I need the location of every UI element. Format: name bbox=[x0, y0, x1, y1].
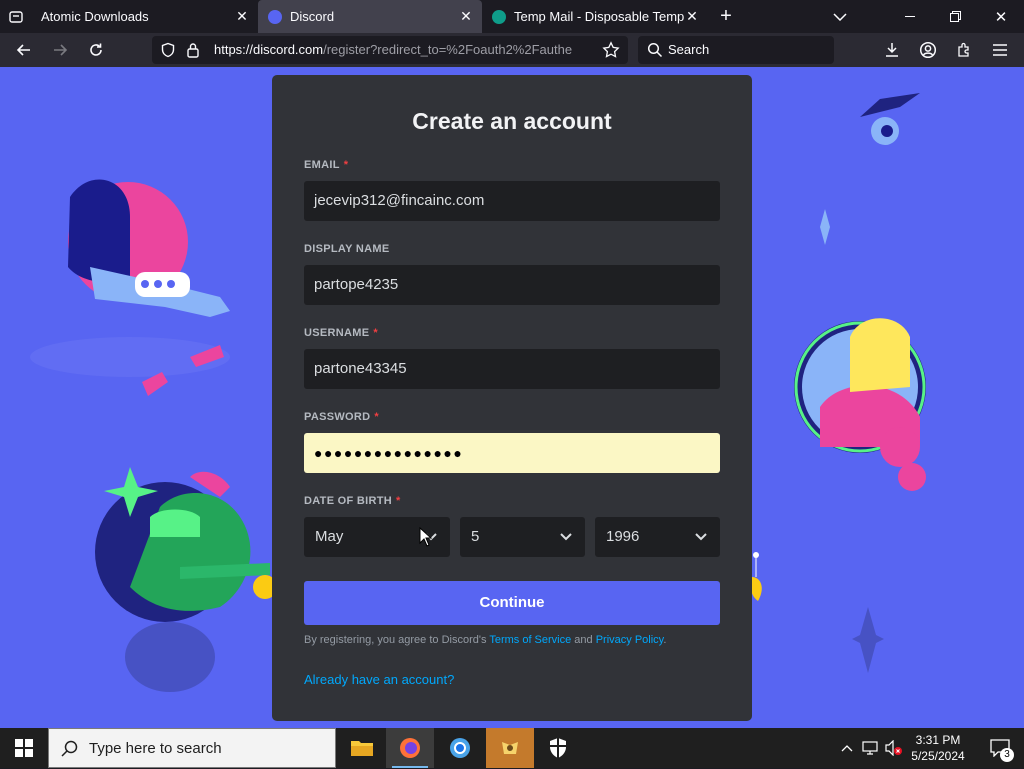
sparkle-icon bbox=[852, 607, 884, 673]
discord-favicon-icon bbox=[268, 9, 282, 24]
temp-mail-favicon-icon bbox=[492, 9, 506, 24]
system-clock[interactable]: 3:31 PM 5/25/2024 bbox=[904, 732, 972, 764]
email-label: EMAIL * bbox=[304, 159, 349, 171]
start-button[interactable] bbox=[0, 728, 48, 768]
chrome-taskbar-icon[interactable] bbox=[436, 728, 484, 768]
menu-icon[interactable] bbox=[986, 33, 1014, 67]
search-placeholder: Search bbox=[668, 42, 710, 57]
lock-icon[interactable] bbox=[186, 42, 200, 63]
terms-of-service-link[interactable]: Terms of Service bbox=[489, 634, 571, 646]
close-tab-icon[interactable]: ✕ bbox=[234, 8, 250, 25]
tab-discord[interactable]: Discord ✕ bbox=[258, 0, 482, 33]
email-field[interactable]: jecevip312@fincainc.com bbox=[304, 181, 720, 221]
login-link[interactable]: Already have an account? bbox=[304, 672, 454, 687]
chevron-down-icon bbox=[560, 533, 572, 541]
password-label: PASSWORD * bbox=[304, 411, 379, 423]
close-window-icon[interactable]: ✕ bbox=[978, 0, 1024, 33]
volume-muted-icon[interactable] bbox=[882, 728, 906, 768]
illustration-left-bottom bbox=[95, 467, 277, 692]
page-title: Create an account bbox=[412, 108, 612, 134]
url-text[interactable]: https://discord.com/register?redirect_to… bbox=[214, 36, 594, 64]
day-value: 5 bbox=[471, 528, 480, 545]
windows-logo-icon bbox=[15, 739, 33, 757]
close-tab-icon[interactable]: ✕ bbox=[684, 8, 700, 25]
illustration-right bbox=[794, 93, 926, 491]
url-host: https://discord.com bbox=[214, 42, 324, 57]
file-explorer-icon[interactable] bbox=[338, 728, 386, 768]
minimize-icon[interactable] bbox=[888, 0, 932, 33]
downloads-icon[interactable] bbox=[878, 33, 906, 67]
search-icon bbox=[647, 42, 663, 63]
restore-icon[interactable] bbox=[932, 0, 978, 33]
taskbar-search-box[interactable]: Type here to search bbox=[48, 728, 336, 768]
security-taskbar-icon[interactable] bbox=[534, 728, 582, 768]
display-name-field[interactable]: partope4235 bbox=[304, 265, 720, 305]
url-path: /register?redirect_to=%2Foauth2%2Fauthe bbox=[323, 42, 573, 57]
display-name-label: DISPLAY NAME bbox=[304, 243, 390, 255]
extensions-icon[interactable] bbox=[950, 33, 978, 67]
list-all-tabs-icon[interactable] bbox=[826, 0, 854, 33]
continue-button[interactable]: Continue bbox=[304, 581, 720, 625]
account-icon[interactable] bbox=[914, 33, 942, 67]
clock-time: 3:31 PM bbox=[915, 733, 961, 747]
reload-icon[interactable] bbox=[82, 33, 110, 67]
tab-title: Discord bbox=[290, 9, 335, 24]
privacy-policy-link[interactable]: Privacy Policy bbox=[596, 634, 664, 646]
tab-bar: Atomic Downloads ✕ Discord ✕ Temp Mail -… bbox=[0, 0, 1024, 33]
tab-title: Temp Mail - Disposable Tempora bbox=[514, 9, 684, 24]
required-asterisk: * bbox=[373, 327, 378, 339]
required-asterisk: * bbox=[343, 159, 349, 171]
required-asterisk: * bbox=[396, 495, 401, 507]
address-bar[interactable]: https://discord.com/register?redirect_to… bbox=[152, 36, 628, 64]
register-card: Create an account EMAIL * jecevip312@finc… bbox=[272, 75, 752, 721]
notification-count-badge: 3 bbox=[1000, 748, 1014, 762]
illustration-left-top bbox=[30, 179, 230, 396]
taskbar-search-placeholder: Type here to search bbox=[89, 740, 222, 757]
date-of-birth-label: DATE OF BIRTH * bbox=[304, 495, 401, 507]
notifications-icon[interactable]: 3 bbox=[976, 728, 1024, 768]
show-hidden-icons[interactable] bbox=[836, 728, 858, 768]
search-bar[interactable]: Search bbox=[638, 36, 834, 64]
year-value: 1996 bbox=[606, 528, 640, 545]
mouse-cursor-icon bbox=[419, 527, 433, 547]
new-tab-icon[interactable]: + bbox=[712, 0, 740, 33]
required-asterisk: * bbox=[374, 411, 379, 423]
day-select[interactable]: 5 bbox=[460, 517, 585, 557]
clock-date: 5/25/2024 bbox=[911, 749, 965, 763]
back-icon[interactable] bbox=[10, 33, 38, 67]
search-icon bbox=[61, 740, 78, 757]
tab-atomic-downloads[interactable]: Atomic Downloads ✕ bbox=[32, 0, 258, 33]
legal-text: By registering, you agree to Discord's T… bbox=[304, 634, 667, 646]
bookmark-star-icon[interactable] bbox=[602, 41, 620, 64]
firefox-taskbar-icon[interactable] bbox=[386, 728, 434, 768]
app-taskbar-icon[interactable] bbox=[486, 728, 534, 768]
password-field[interactable]: ●●●●●●●●●●●●●●● bbox=[304, 433, 720, 473]
shield-icon[interactable] bbox=[160, 42, 176, 63]
close-tab-icon[interactable]: ✕ bbox=[458, 8, 474, 25]
windows-taskbar: Type here to search 3:31 PM 5/25/2024 3 bbox=[0, 728, 1024, 768]
forward-icon[interactable] bbox=[46, 33, 74, 67]
discord-register-page: Create an account EMAIL * jecevip312@finc… bbox=[0, 67, 1024, 728]
network-icon[interactable] bbox=[858, 728, 882, 768]
navigation-toolbar: https://discord.com/register?redirect_to… bbox=[0, 33, 1024, 67]
username-label: USERNAME * bbox=[304, 327, 378, 339]
month-value: May bbox=[315, 528, 344, 545]
tab-temp-mail[interactable]: Temp Mail - Disposable Tempora ✕ bbox=[482, 0, 708, 33]
year-select[interactable]: 1996 bbox=[595, 517, 720, 557]
tab-title: Atomic Downloads bbox=[41, 9, 149, 24]
chevron-down-icon bbox=[695, 533, 707, 541]
tab-list-icon[interactable] bbox=[4, 0, 28, 33]
username-field[interactable]: partone43345 bbox=[304, 349, 720, 389]
